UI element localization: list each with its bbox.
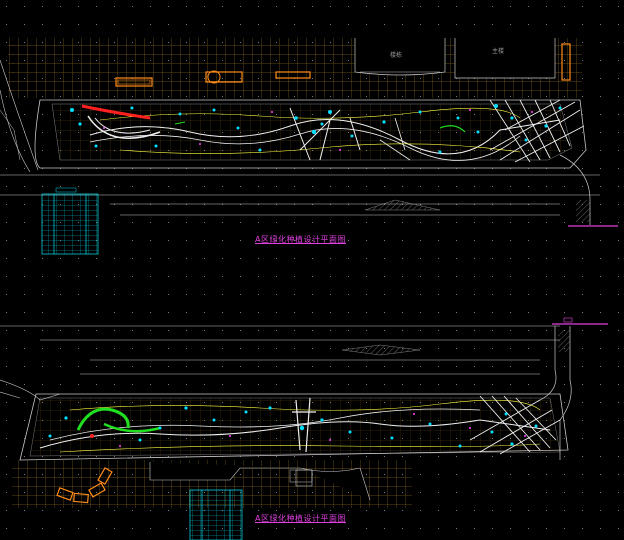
top-plan-title: A区绿化种植设计平面图 bbox=[255, 235, 346, 244]
cad-drawing-canvas bbox=[0, 0, 624, 540]
building-label-left: 楼栋 bbox=[390, 52, 403, 59]
bottom-plant-schedule-table bbox=[189, 489, 243, 540]
bottom-stairs bbox=[558, 330, 570, 352]
building-label-right: 主楼 bbox=[492, 48, 505, 55]
top-plant-schedule-table bbox=[41, 193, 99, 255]
bottom-plan-title: A区绿化种植设计平面图 bbox=[255, 514, 346, 523]
top-stairs bbox=[576, 200, 590, 222]
